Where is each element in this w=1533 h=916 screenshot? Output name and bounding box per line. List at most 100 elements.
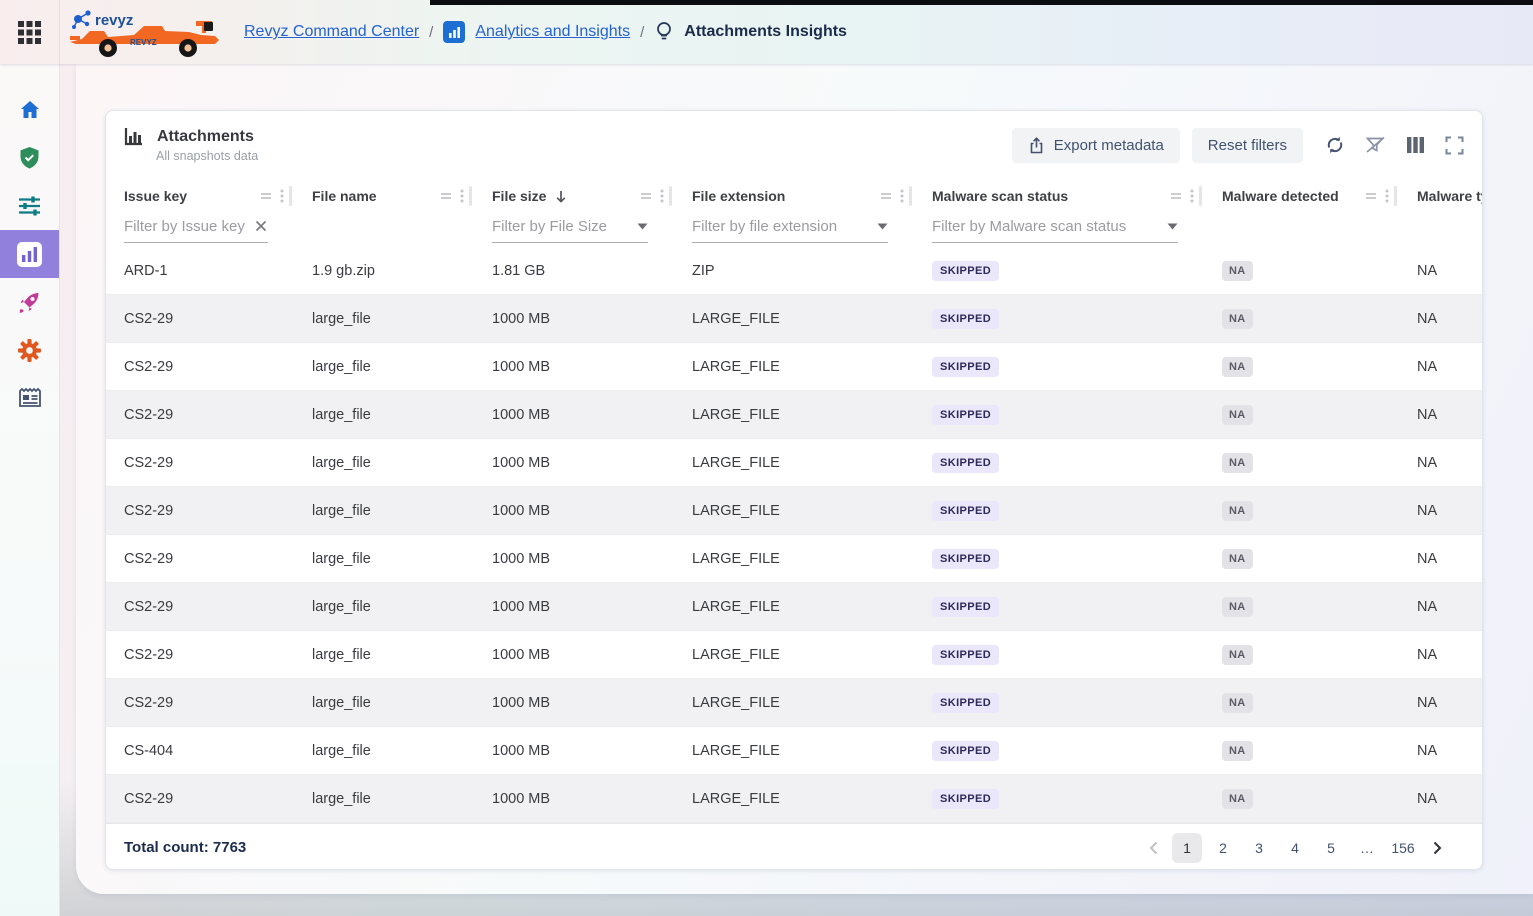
- pagination-ellipsis: …: [1352, 833, 1382, 863]
- drag-handle-icon[interactable]: [879, 189, 893, 203]
- sidebar-item-configuration[interactable]: [0, 182, 59, 230]
- issue-key-filter[interactable]: [124, 218, 268, 243]
- cell-issue-key: CS2-29: [106, 679, 294, 726]
- table-row[interactable]: CS2-29 large_file 1000 MB LARGE_FILE SKI…: [106, 631, 1482, 679]
- column-header-issue-key[interactable]: Issue key: [106, 179, 294, 213]
- cell-file-size: 1000 MB: [474, 391, 674, 438]
- sidebar-item-launch[interactable]: [0, 278, 59, 326]
- dropdown-caret-icon: [1167, 223, 1178, 230]
- drag-handle-icon[interactable]: [1169, 189, 1183, 203]
- table-row[interactable]: CS2-29 large_file 1000 MB LARGE_FILE SKI…: [106, 343, 1482, 391]
- dropdown-caret-icon: [877, 223, 888, 230]
- cell-file-size: 1000 MB: [474, 679, 674, 726]
- cell-file-extension: LARGE_FILE: [674, 583, 914, 630]
- file-extension-filter-select[interactable]: Filter by file extension: [692, 218, 888, 243]
- drag-handle-icon[interactable]: [1364, 189, 1378, 203]
- analytics-chart-icon: [443, 21, 465, 43]
- svg-text:revyz: revyz: [95, 12, 133, 29]
- refresh-button[interactable]: [1325, 135, 1345, 155]
- sidebar-item-analytics[interactable]: [0, 230, 59, 278]
- table-row[interactable]: CS2-29 large_file 1000 MB LARGE_FILE SKI…: [106, 775, 1482, 823]
- cell-malware-type: NA: [1399, 487, 1482, 534]
- file-size-filter-select[interactable]: Filter by File Size: [492, 218, 648, 243]
- page-button-5[interactable]: 5: [1316, 833, 1346, 863]
- cell-file-extension: LARGE_FILE: [674, 343, 914, 390]
- fullscreen-button[interactable]: [1445, 136, 1464, 155]
- drag-handle-icon[interactable]: [639, 189, 653, 203]
- cell-file-size: 1000 MB: [474, 583, 674, 630]
- page-button-4[interactable]: 4: [1280, 833, 1310, 863]
- table-row[interactable]: ARD-1 1.9 gb.zip 1.81 GB ZIP SKIPPED NA …: [106, 247, 1482, 295]
- reset-filters-button[interactable]: Reset filters: [1192, 128, 1303, 163]
- page-button-156[interactable]: 156: [1388, 833, 1418, 863]
- table-row[interactable]: CS2-29 large_file 1000 MB LARGE_FILE SKI…: [106, 535, 1482, 583]
- cell-file-name: large_file: [294, 727, 474, 774]
- scan-status-badge: SKIPPED: [932, 597, 999, 617]
- column-header-file-size[interactable]: File size: [474, 179, 674, 213]
- export-metadata-button[interactable]: Export metadata: [1012, 128, 1180, 163]
- filter-off-icon: [1365, 135, 1386, 155]
- table-row[interactable]: CS2-29 large_file 1000 MB LARGE_FILE SKI…: [106, 679, 1482, 727]
- column-label: File size: [492, 188, 546, 204]
- column-header-file-extension[interactable]: File extension: [674, 179, 914, 213]
- cell-issue-key: CS2-29: [106, 631, 294, 678]
- column-header-malware-detected[interactable]: Malware detected: [1204, 179, 1399, 213]
- malware-detected-badge: NA: [1222, 357, 1253, 377]
- scan-status-badge: SKIPPED: [932, 741, 999, 761]
- table-row[interactable]: CS2-29 large_file 1000 MB LARGE_FILE SKI…: [106, 487, 1482, 535]
- column-header-file-name[interactable]: File name: [294, 179, 474, 213]
- page-button-3[interactable]: 3: [1244, 833, 1274, 863]
- home-icon: [18, 98, 42, 122]
- sidebar-item-reports[interactable]: [0, 374, 59, 422]
- cell-file-size: 1000 MB: [474, 487, 674, 534]
- app-switcher-button[interactable]: [0, 0, 60, 64]
- table-row[interactable]: CS2-29 large_file 1000 MB LARGE_FILE SKI…: [106, 391, 1482, 439]
- cell-malware-type: NA: [1399, 631, 1482, 678]
- clear-filter-x-icon[interactable]: [254, 219, 268, 233]
- column-separator: [469, 186, 472, 206]
- malware-scan-status-filter-select[interactable]: Filter by Malware scan status: [932, 218, 1178, 243]
- attachments-table: Issue key File name: [106, 179, 1482, 823]
- page-button-1[interactable]: 1: [1172, 833, 1202, 863]
- column-menu-icon[interactable]: [460, 189, 464, 203]
- column-menu-icon[interactable]: [900, 189, 904, 203]
- breadcrumb-link-command-center[interactable]: Revyz Command Center: [244, 23, 419, 41]
- cell-issue-key: CS2-29: [106, 295, 294, 342]
- next-page-button[interactable]: [1424, 833, 1450, 863]
- shield-check-icon: [18, 146, 41, 170]
- column-menu-icon[interactable]: [280, 189, 284, 203]
- clear-filter-button[interactable]: [1365, 135, 1386, 155]
- revyz-logo[interactable]: revyz REVYZ: [60, 6, 230, 58]
- cell-file-extension: LARGE_FILE: [674, 295, 914, 342]
- sidebar-item-home[interactable]: [0, 86, 59, 134]
- column-separator: [289, 186, 292, 206]
- breadcrumb-link-analytics-insights[interactable]: Analytics and Insights: [475, 23, 630, 41]
- column-label: Malware type: [1417, 188, 1482, 204]
- cell-file-name: 1.9 gb.zip: [294, 247, 474, 294]
- column-header-malware-scan-status[interactable]: Malware scan status: [914, 179, 1204, 213]
- sort-desc-icon[interactable]: [554, 189, 568, 204]
- reset-filters-label: Reset filters: [1208, 137, 1287, 154]
- cell-malware-type: NA: [1399, 343, 1482, 390]
- manage-columns-button[interactable]: [1406, 136, 1425, 154]
- column-menu-icon[interactable]: [660, 189, 664, 203]
- cell-malware-type: NA: [1399, 439, 1482, 486]
- table-row[interactable]: CS-404 large_file 1000 MB LARGE_FILE SKI…: [106, 727, 1482, 775]
- drag-handle-icon[interactable]: [439, 189, 453, 203]
- issue-key-filter-input[interactable]: [124, 218, 254, 235]
- cell-issue-key: CS2-29: [106, 583, 294, 630]
- table-row[interactable]: CS2-29 large_file 1000 MB LARGE_FILE SKI…: [106, 295, 1482, 343]
- column-menu-icon[interactable]: [1190, 189, 1194, 203]
- page-button-2[interactable]: 2: [1208, 833, 1238, 863]
- prev-page-button[interactable]: [1140, 833, 1166, 863]
- app-header: revyz REVYZ Revyz Command Center / Analy…: [0, 0, 1533, 64]
- column-header-malware-type[interactable]: Malware type: [1399, 179, 1482, 213]
- sidebar-item-security[interactable]: [0, 134, 59, 182]
- table-row[interactable]: CS2-29 large_file 1000 MB LARGE_FILE SKI…: [106, 583, 1482, 631]
- drag-handle-icon[interactable]: [259, 189, 273, 203]
- column-menu-icon[interactable]: [1385, 189, 1389, 203]
- table-row[interactable]: CS2-29 large_file 1000 MB LARGE_FILE SKI…: [106, 439, 1482, 487]
- chevron-right-icon: [1433, 841, 1442, 855]
- cell-file-size: 1000 MB: [474, 775, 674, 822]
- sidebar-item-settings[interactable]: [0, 326, 59, 374]
